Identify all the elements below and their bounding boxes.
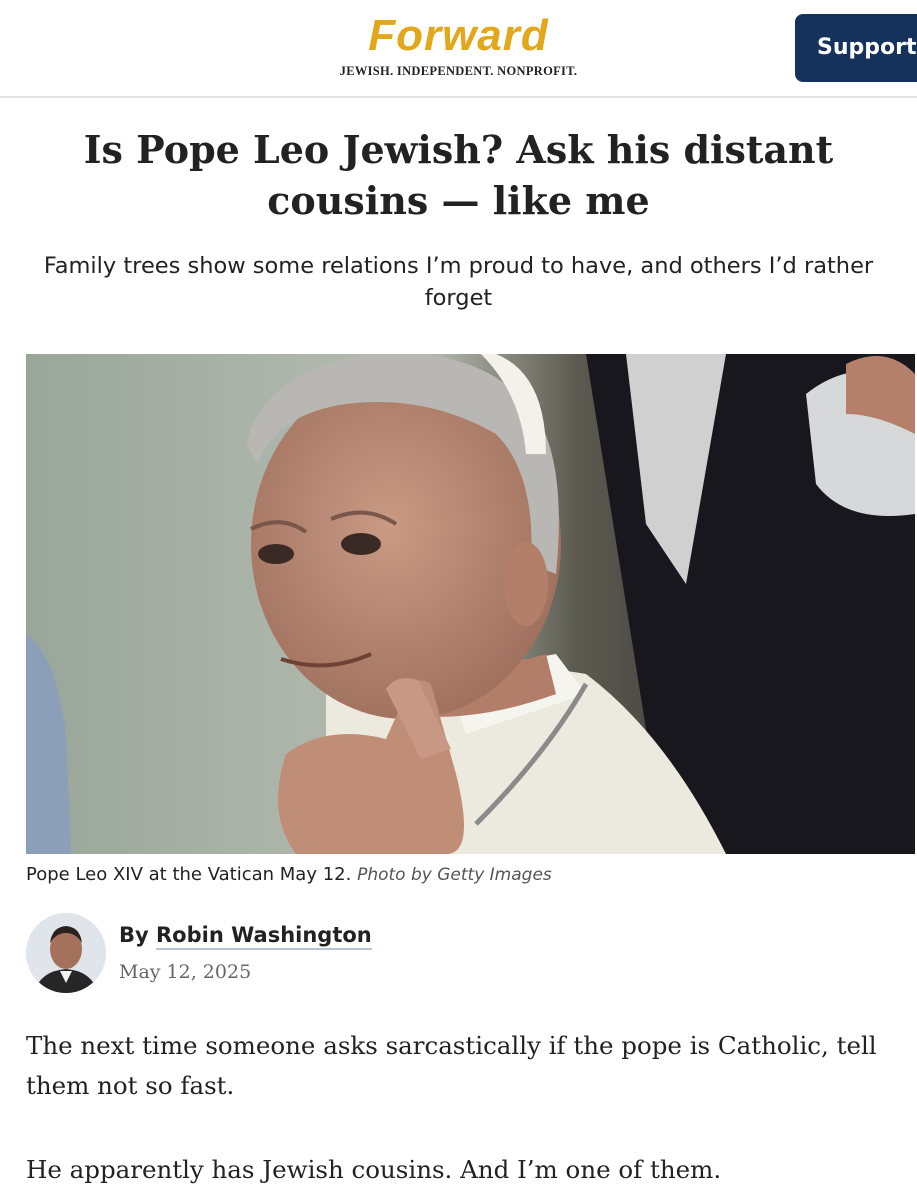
lead-photo: [26, 354, 915, 854]
body-paragraph: He apparently has Jewish cousins. And I’…: [26, 1155, 722, 1184]
byline-prefix: By: [119, 923, 149, 947]
site-header: Forward JEWISH. INDEPENDENT. NONPROFIT. …: [0, 0, 917, 98]
author-link[interactable]: Robin Washington: [156, 923, 372, 950]
article-dek: Family trees show some relations I’m pro…: [43, 253, 874, 311]
article-headline: Is Pope Leo Jewish? Ask his distant cous…: [83, 127, 834, 223]
support-button[interactable]: Support: [795, 14, 917, 82]
author-avatar[interactable]: [26, 913, 106, 993]
site-tagline: JEWISH. INDEPENDENT. NONPROFIT.: [339, 64, 578, 78]
caption-text: Pope Leo XIV at the Vatican May 12.: [26, 864, 352, 885]
body-paragraph: The next time someone asks sarcastically…: [26, 1031, 877, 1100]
photo-caption: Pope Leo XIV at the Vatican May 12. Phot…: [26, 862, 906, 888]
forward-logo[interactable]: Forward: [0, 10, 917, 62]
photo-credit: Photo by Getty Images: [357, 865, 552, 885]
publish-date: May 12, 2025: [119, 961, 252, 983]
byline: By Robin Washington: [119, 920, 372, 950]
